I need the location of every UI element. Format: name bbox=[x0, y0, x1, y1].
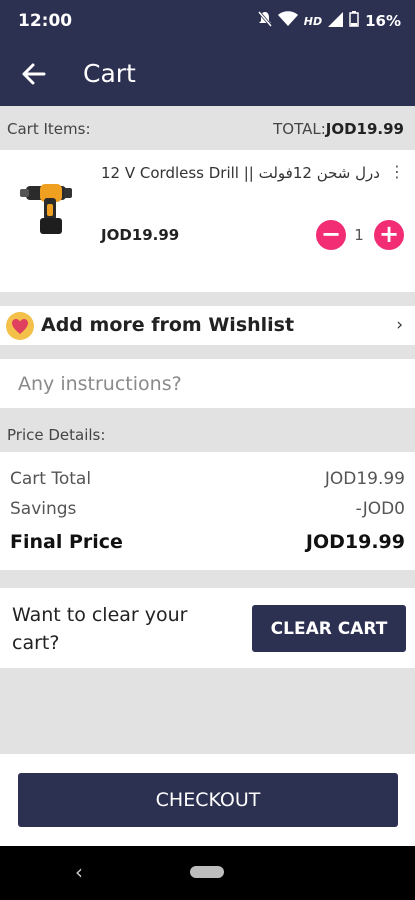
chevron-right-icon: › bbox=[396, 315, 403, 335]
quantity-value: 1 bbox=[354, 226, 364, 244]
heart-icon bbox=[6, 312, 34, 340]
clear-cart-button[interactable]: CLEAR CART bbox=[252, 605, 406, 652]
wifi-icon bbox=[277, 11, 298, 31]
signal-icon bbox=[328, 11, 344, 31]
checkout-button[interactable]: CHECKOUT bbox=[18, 773, 398, 827]
more-options-icon[interactable]: ⋮ bbox=[389, 162, 405, 181]
app-bar: Cart bbox=[0, 42, 415, 106]
clear-cart-card: Want to clear your cart? CLEAR CART bbox=[0, 588, 415, 668]
add-from-wishlist[interactable]: Add more from Wishlist › bbox=[0, 306, 415, 345]
savings-label: Savings bbox=[10, 499, 77, 519]
price-details-card: Cart Total JOD19.99 Savings -JOD0 Final … bbox=[0, 452, 415, 570]
savings-value: -JOD0 bbox=[355, 499, 405, 519]
battery-icon bbox=[349, 11, 359, 31]
final-price-value: JOD19.99 bbox=[305, 531, 405, 553]
total-value: JOD19.99 bbox=[325, 120, 404, 138]
final-price-row: Final Price JOD19.99 bbox=[10, 531, 405, 553]
cart-total: TOTAL:JOD19.99 bbox=[273, 120, 404, 138]
cart-item[interactable]: 12 V Cordless Drill || درل شحن 12فولت JO… bbox=[0, 150, 415, 292]
instructions-field-container bbox=[0, 359, 415, 408]
total-label: TOTAL: bbox=[273, 120, 326, 138]
increase-quantity-button[interactable]: + bbox=[374, 220, 404, 250]
nav-home-pill[interactable] bbox=[190, 866, 224, 878]
cart-items-label: Cart Items: bbox=[7, 120, 91, 138]
decrease-quantity-button[interactable]: − bbox=[316, 220, 346, 250]
page-title: Cart bbox=[83, 59, 136, 88]
product-price: JOD19.99 bbox=[101, 226, 180, 244]
clear-cart-prompt: Want to clear your cart? bbox=[12, 604, 188, 654]
product-image bbox=[20, 176, 80, 238]
cart-total-label: Cart Total bbox=[10, 469, 92, 489]
instructions-input[interactable] bbox=[0, 359, 415, 408]
wishlist-label: Add more from Wishlist bbox=[41, 314, 295, 336]
product-name: 12 V Cordless Drill || درل شحن 12فولت bbox=[101, 164, 380, 182]
mute-icon bbox=[257, 11, 272, 31]
price-details-header: Price Details: bbox=[7, 426, 106, 444]
cart-total-row: Cart Total JOD19.99 bbox=[10, 469, 405, 489]
battery-percent: 16% bbox=[365, 12, 401, 30]
status-icons: HD 16% bbox=[257, 11, 401, 31]
back-arrow-icon[interactable] bbox=[18, 58, 50, 90]
cart-header: Cart Items: TOTAL:JOD19.99 bbox=[0, 106, 415, 150]
cart-total-value: JOD19.99 bbox=[324, 469, 405, 489]
status-time: 12:00 bbox=[18, 11, 73, 31]
final-price-label: Final Price bbox=[10, 531, 123, 553]
system-nav-bar: ‹ bbox=[0, 846, 415, 900]
hd-icon: HD bbox=[303, 14, 323, 28]
checkout-bar: CHECKOUT bbox=[0, 754, 415, 846]
status-bar: 12:00 HD 16% bbox=[0, 0, 415, 42]
savings-row: Savings -JOD0 bbox=[10, 499, 405, 519]
nav-back-icon[interactable]: ‹ bbox=[75, 860, 83, 884]
